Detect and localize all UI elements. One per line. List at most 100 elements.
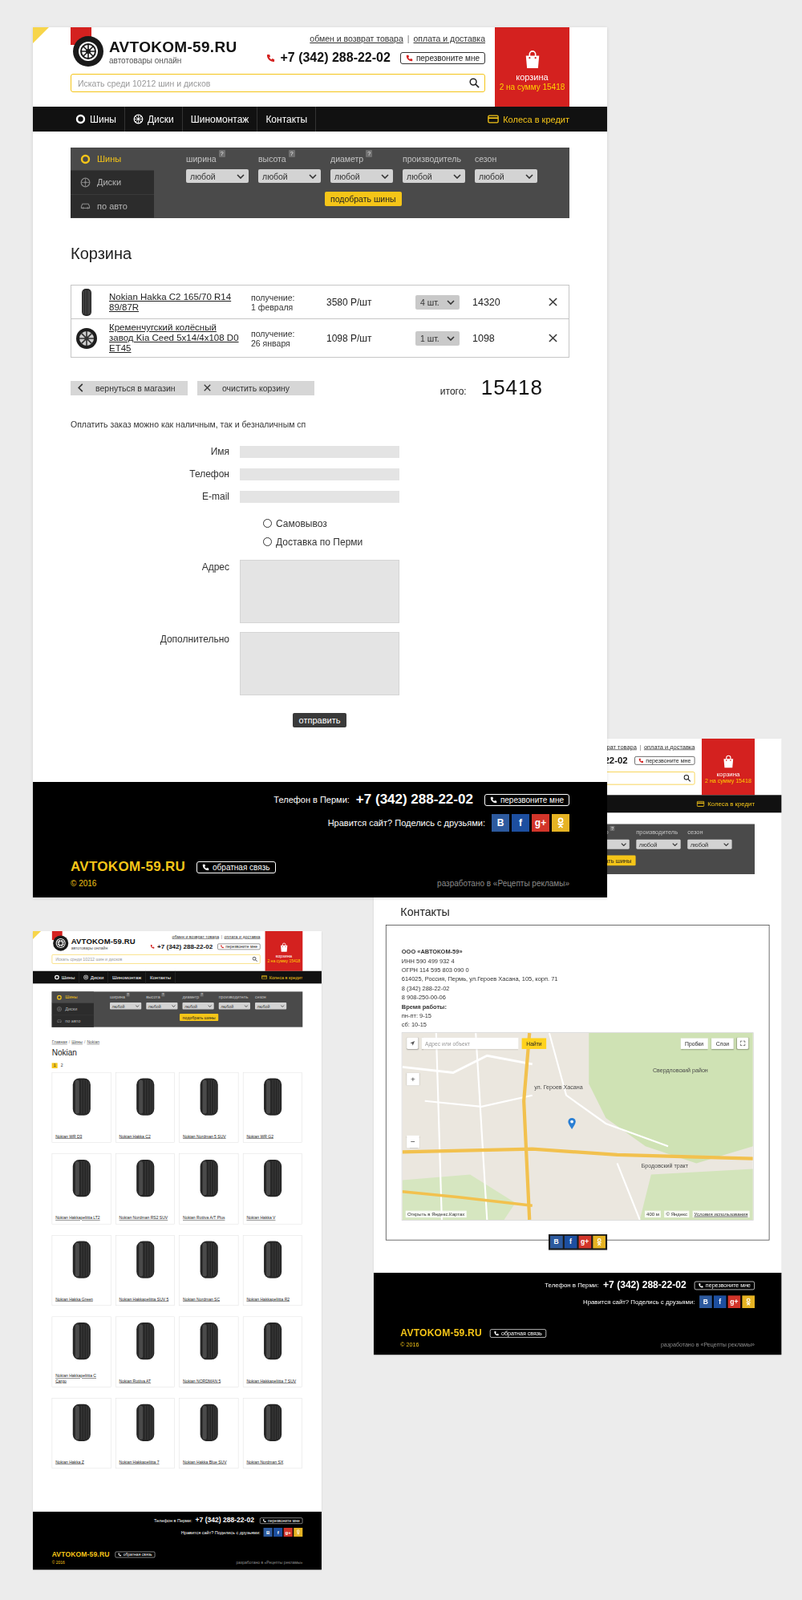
social-button[interactable]: f [511,814,530,832]
filter-select[interactable]: любой [635,839,681,850]
top-link[interactable]: обмен и возврат товара [172,934,220,940]
filter-select[interactable]: любой [109,1002,142,1010]
nav-item[interactable]: Диски [125,106,183,132]
product-card[interactable]: Nokian Hakkapeliitta C Cargo [52,1316,112,1388]
social-button[interactable] [293,1527,303,1537]
feedback-button[interactable]: обратная связь [490,1328,547,1338]
developer-credit[interactable]: разработано в «Рецепты рекламы» [660,1341,755,1349]
social-button[interactable]: f [713,1295,727,1309]
search-icon[interactable] [251,956,258,963]
nav-item[interactable]: Контакты [257,106,316,132]
top-link[interactable]: оплата и доставка [224,934,261,940]
social-button[interactable]: g+ [578,1235,592,1249]
search-input[interactable] [54,955,252,962]
social-button[interactable] [551,814,570,832]
footer-phone[interactable]: +7 (342) 288-22-02 [356,791,474,808]
breadcrumb[interactable]: Nokian [86,1040,100,1046]
top-link[interactable]: оплата и доставка [644,743,696,751]
cart-button[interactable]: корзина2 на сумму 15418 [494,27,570,107]
text-input[interactable] [239,468,400,481]
top-link[interactable]: оплата и доставка [413,33,486,44]
product-card[interactable]: Nokian Hakka Blue SUV [178,1397,239,1469]
hint-badge[interactable]: ? [610,826,616,831]
header-phone[interactable]: +7 (342) 288-22-02 [157,943,213,951]
filter-select[interactable]: любой [402,169,466,183]
product-card[interactable]: Nokian WR D3 [52,1072,112,1143]
text-input[interactable] [239,445,400,458]
hint-badge[interactable]: ? [218,149,226,158]
product-card[interactable]: Nokian Nordman 5 SUV [178,1072,239,1143]
product-card[interactable]: Nokian Hakka Green [52,1235,112,1306]
social-button[interactable]: g+ [283,1527,293,1537]
cart-button[interactable]: корзина2 на сумму 15418 [265,931,304,972]
social-button[interactable] [592,1235,606,1249]
location-pin-icon[interactable] [567,1117,576,1131]
product-card[interactable]: Nokian Hakkapeliitta SUV 5 [115,1235,175,1306]
fullscreen-button[interactable] [737,1037,749,1050]
developer-credit[interactable]: разработано в «Рецепты рекламы» [235,1560,303,1566]
product-card[interactable]: Nokian Nordman RS2 SUV [115,1153,175,1224]
hint-badge[interactable]: ? [288,149,296,158]
logo[interactable]: AVTOKOM-59.RUавтотовары онлайн [52,931,136,952]
product-card[interactable]: Nokian Hakka Z [52,1397,112,1469]
clear-cart-button[interactable]: очистить корзину [197,380,315,396]
text-area[interactable] [239,631,400,696]
social-button[interactable]: f [563,1235,577,1249]
social-button[interactable] [741,1295,755,1309]
filter-tab[interactable]: Диски [52,1003,94,1016]
product-card[interactable]: Nokian Hakkapeliitta 7 SUV [243,1316,303,1388]
nav-item[interactable]: Шиномонтаж [182,106,259,132]
product-card[interactable]: Nokian Hakkapeliitta 7 [115,1397,175,1469]
callback-button[interactable]: перезвоните мне [694,1280,755,1290]
feedback-button[interactable]: обратная связь [196,861,276,874]
social-button[interactable]: g+ [728,1295,742,1309]
remove-button[interactable] [544,330,561,347]
product-card[interactable]: Nokian Hakkapeliitta LT2 [52,1153,112,1224]
filter-select[interactable]: любой [687,839,732,850]
social-button[interactable]: В [263,1527,273,1537]
top-link[interactable]: обмен и возврат товара [309,33,403,44]
search-icon[interactable] [683,774,691,782]
zoom-in-button[interactable]: + [406,1073,420,1086]
product-card[interactable]: Nokian Hakkapeliitta R2 [243,1235,303,1306]
filter-select[interactable]: любой [255,1002,287,1010]
filter-tab[interactable]: Шины [52,991,94,1004]
text-area[interactable] [239,559,400,624]
footer-phone[interactable]: +7 (342) 288-22-02 [195,1516,255,1525]
product-card[interactable]: Nokian Nordman SX [243,1397,303,1469]
nav-item[interactable]: Шины [70,106,126,132]
traffic-button[interactable]: Пробки [680,1037,708,1049]
footer-logo[interactable]: AVTOKOM-59.RU [70,858,186,875]
social-button[interactable]: g+ [531,814,550,832]
filter-select[interactable]: любой [258,169,321,183]
search-input[interactable] [76,77,470,90]
header-phone[interactable]: +7 (342) 288-22-02 [279,50,390,65]
product-card[interactable]: Nokian Rotiiva A/T Plus [178,1153,239,1224]
hint-badge[interactable]: ? [125,992,130,997]
open-in-maps-link[interactable]: Открыть в Яндекс.Картах [405,1211,467,1219]
filter-select[interactable]: любой [145,1002,178,1010]
social-button[interactable]: f [273,1527,283,1537]
page-link[interactable]: 1 [52,1062,58,1069]
delivery-radio[interactable]: Доставка по Перми [239,536,363,548]
social-button[interactable]: В [699,1295,713,1309]
layers-button[interactable]: Слои [711,1037,734,1049]
footer-logo[interactable]: AVTOKOM-59.RU [52,1550,110,1559]
footer-phone[interactable]: +7 (342) 288-22-02 [603,1279,687,1292]
text-input[interactable] [239,490,400,503]
hint-badge[interactable]: ? [365,149,373,158]
filter-select[interactable]: любой [186,169,249,183]
social-button[interactable]: В [491,814,510,832]
map-search[interactable]: Адрес или объект [421,1037,519,1050]
submit-button[interactable]: отправить [292,712,348,728]
nav-item[interactable]: Диски [79,971,109,985]
logo[interactable]: AVTOKOM-59.RUавтотовары онлайн [70,27,237,69]
filter-select[interactable]: любой [474,169,538,183]
social-button[interactable]: В [550,1235,564,1249]
product-card[interactable]: Nokian Hakka C2 [115,1072,175,1143]
nav-item[interactable]: Шины [52,971,80,985]
credit-link[interactable]: Колеса в кредит [261,975,303,981]
delivery-radio[interactable]: Самовывоз [239,518,328,530]
hint-badge[interactable]: ? [161,992,165,997]
quantity-select[interactable]: 4 шт. [415,295,460,310]
